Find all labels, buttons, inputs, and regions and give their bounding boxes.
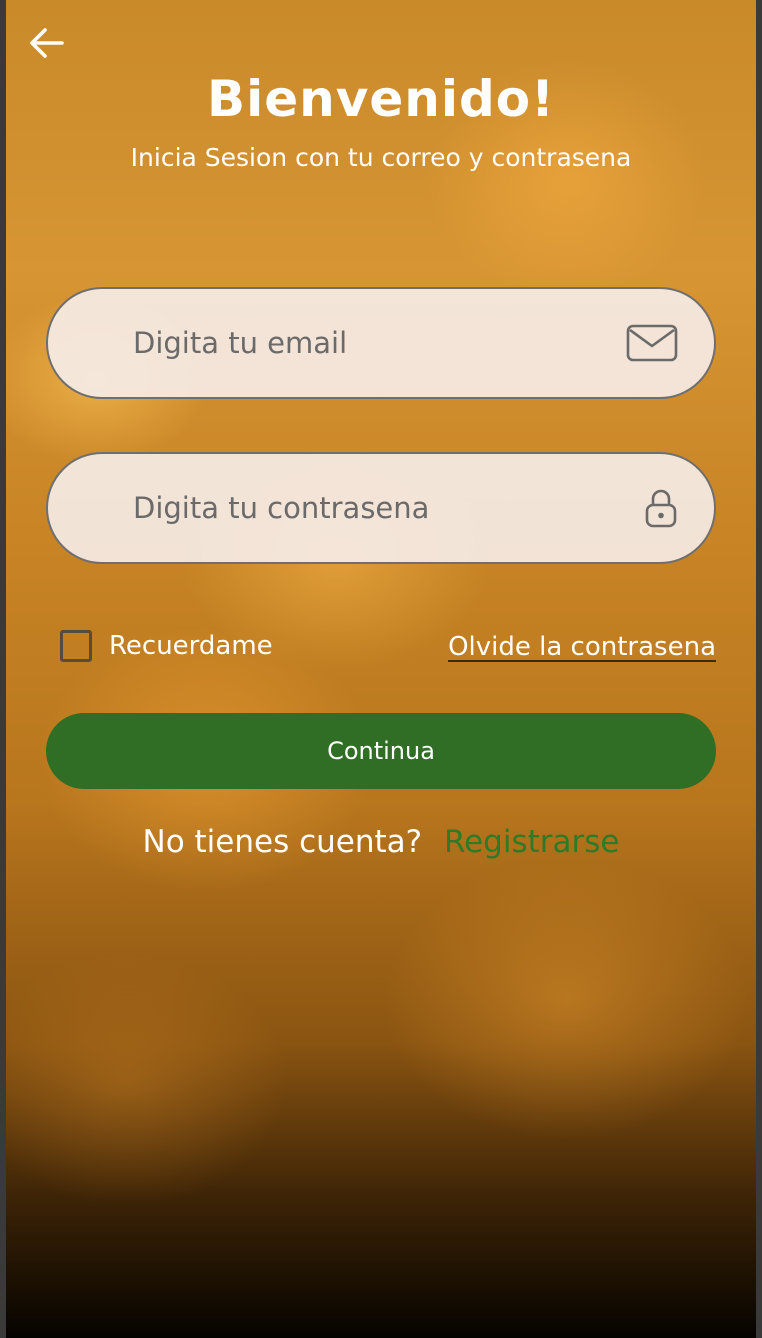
email-field-container	[46, 287, 716, 399]
forgot-password-link[interactable]: Olvide la contrasena	[448, 632, 716, 662]
back-button[interactable]	[26, 24, 68, 66]
email-input[interactable]	[131, 325, 605, 361]
remember-me-toggle[interactable]: Recuerdame	[60, 630, 273, 662]
register-link[interactable]: Registrarse	[444, 824, 620, 860]
remember-label: Recuerdame	[109, 631, 273, 661]
password-field-container	[46, 452, 716, 564]
signup-row: No tienes cuenta? Registrarse	[6, 824, 756, 860]
password-input[interactable]	[131, 490, 605, 526]
continue-button[interactable]: Continua	[46, 713, 716, 789]
page-subtitle: Inicia Sesion con tu correo y contrasena	[130, 143, 632, 172]
signup-prompt: No tienes cuenta?	[142, 824, 423, 860]
login-screen: Bienvenido! Inicia Sesion con tu correo …	[6, 0, 756, 1338]
page-title: Bienvenido!	[207, 70, 555, 128]
remember-checkbox[interactable]	[60, 630, 92, 662]
arrow-left-icon	[29, 27, 65, 63]
lock-icon	[644, 488, 678, 528]
envelope-icon	[626, 324, 678, 362]
